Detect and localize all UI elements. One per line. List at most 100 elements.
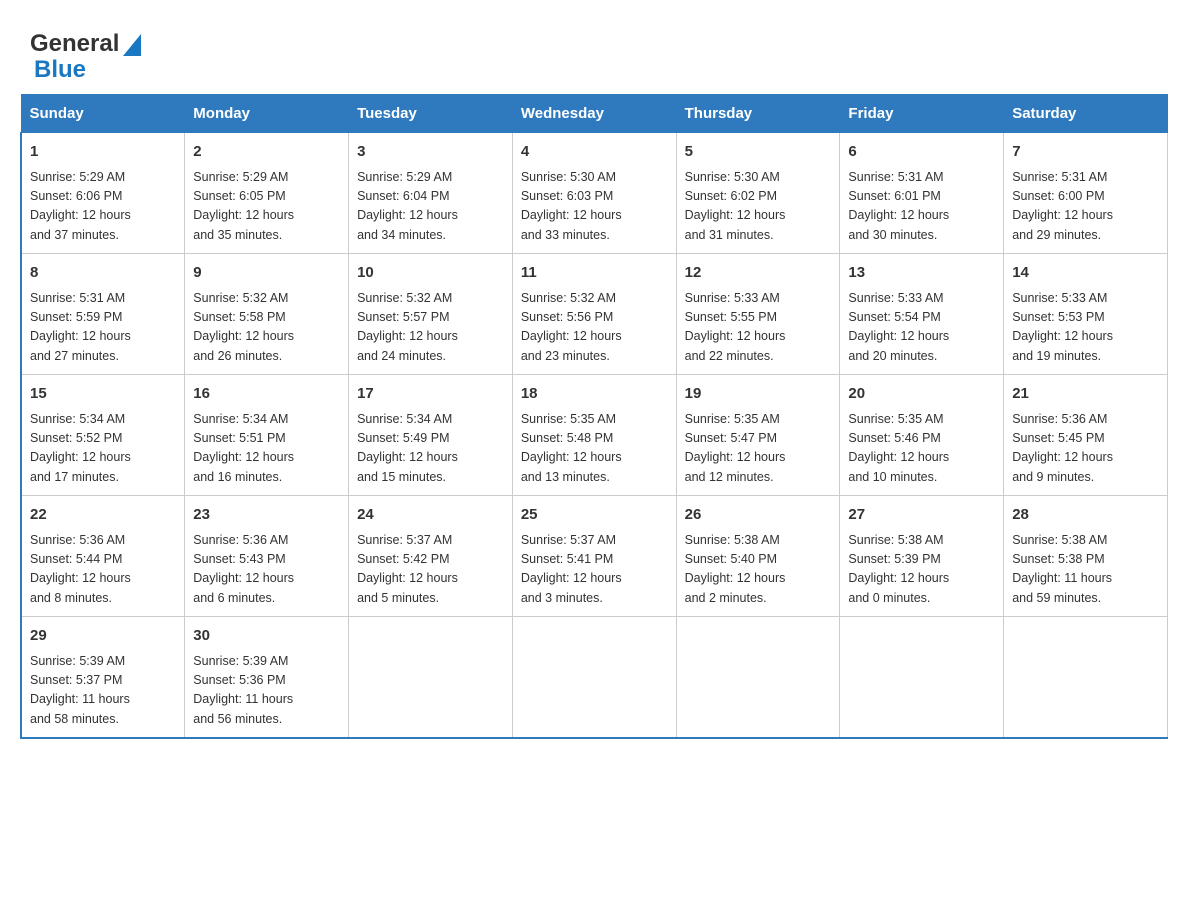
calendar-cell: 27 Sunrise: 5:38 AMSunset: 5:39 PMDayligh… — [840, 496, 1004, 617]
calendar-cell: 5 Sunrise: 5:30 AMSunset: 6:02 PMDaylight… — [676, 133, 840, 254]
day-number: 27 — [848, 504, 995, 527]
calendar-cell: 10Sunrise: 5:32 AMSunset: 5:57 PMDayligh… — [349, 254, 513, 375]
calendar-cell — [1004, 617, 1168, 739]
weekday-header-row: SundayMondayTuesdayWednesdayThursdayFrid… — [21, 95, 1168, 133]
calendar-cell: 17 Sunrise: 5:34 AMSunset: 5:49 PMDayligh… — [349, 375, 513, 496]
calendar-cell: 25 Sunrise: 5:37 AMSunset: 5:41 PMDayligh… — [512, 496, 676, 617]
day-info: Sunrise: 5:37 AMSunset: 5:41 PMDaylight:… — [521, 531, 668, 609]
day-info: Sunrise: 5:39 AMSunset: 5:37 PMDaylight:… — [30, 652, 176, 730]
day-info: Sunrise: 5:36 AMSunset: 5:43 PMDaylight:… — [193, 531, 340, 609]
calendar-week-row: 15 Sunrise: 5:34 AMSunset: 5:52 PMDayligh… — [21, 375, 1168, 496]
day-number: 3 — [357, 141, 504, 164]
calendar-cell: 16 Sunrise: 5:34 AMSunset: 5:51 PMDayligh… — [185, 375, 349, 496]
calendar-cell: 15 Sunrise: 5:34 AMSunset: 5:52 PMDayligh… — [21, 375, 185, 496]
day-info: Sunrise: 5:29 AMSunset: 6:04 PMDaylight:… — [357, 168, 504, 246]
day-number: 2 — [193, 141, 340, 164]
day-info: Sunrise: 5:32 AMSunset: 5:58 PMDaylight:… — [193, 289, 340, 367]
day-info: Sunrise: 5:35 AMSunset: 5:47 PMDaylight:… — [685, 410, 832, 488]
day-number: 25 — [521, 504, 668, 527]
day-number: 24 — [357, 504, 504, 527]
day-number: 5 — [685, 141, 832, 164]
calendar-cell: 24 Sunrise: 5:37 AMSunset: 5:42 PMDayligh… — [349, 496, 513, 617]
day-info: Sunrise: 5:30 AMSunset: 6:02 PMDaylight:… — [685, 168, 832, 246]
day-info: Sunrise: 5:31 AMSunset: 5:59 PMDaylight:… — [30, 289, 176, 367]
day-number: 21 — [1012, 383, 1159, 406]
day-info: Sunrise: 5:31 AMSunset: 6:00 PMDaylight:… — [1012, 168, 1159, 246]
weekday-header-monday: Monday — [185, 95, 349, 133]
day-info: Sunrise: 5:34 AMSunset: 5:52 PMDaylight:… — [30, 410, 176, 488]
calendar-cell: 26 Sunrise: 5:38 AMSunset: 5:40 PMDayligh… — [676, 496, 840, 617]
day-number: 11 — [521, 262, 668, 285]
day-number: 16 — [193, 383, 340, 406]
calendar-cell: 1Sunrise: 5:29 AMSunset: 6:06 PMDaylight… — [21, 133, 185, 254]
weekday-header-tuesday: Tuesday — [349, 95, 513, 133]
day-number: 12 — [685, 262, 832, 285]
day-info: Sunrise: 5:35 AMSunset: 5:46 PMDaylight:… — [848, 410, 995, 488]
day-info: Sunrise: 5:33 AMSunset: 5:53 PMDaylight:… — [1012, 289, 1159, 367]
day-number: 18 — [521, 383, 668, 406]
day-info: Sunrise: 5:32 AMSunset: 5:56 PMDaylight:… — [521, 289, 668, 367]
day-number: 1 — [30, 141, 176, 164]
weekday-header-friday: Friday — [840, 95, 1004, 133]
calendar-cell: 9Sunrise: 5:32 AMSunset: 5:58 PMDaylight… — [185, 254, 349, 375]
calendar-cell: 29 Sunrise: 5:39 AMSunset: 5:37 PMDayligh… — [21, 617, 185, 739]
weekday-header-wednesday: Wednesday — [512, 95, 676, 133]
day-number: 19 — [685, 383, 832, 406]
day-number: 6 — [848, 141, 995, 164]
calendar-cell — [349, 617, 513, 739]
calendar-cell: 19 Sunrise: 5:35 AMSunset: 5:47 PMDayligh… — [676, 375, 840, 496]
day-info: Sunrise: 5:39 AMSunset: 5:36 PMDaylight:… — [193, 652, 340, 730]
day-number: 28 — [1012, 504, 1159, 527]
day-info: Sunrise: 5:38 AMSunset: 5:40 PMDaylight:… — [685, 531, 832, 609]
day-info: Sunrise: 5:36 AMSunset: 5:45 PMDaylight:… — [1012, 410, 1159, 488]
calendar-cell: 30 Sunrise: 5:39 AMSunset: 5:36 PMDayligh… — [185, 617, 349, 739]
logo-general-text: General — [30, 30, 119, 58]
day-number: 17 — [357, 383, 504, 406]
calendar-cell: 3 Sunrise: 5:29 AMSunset: 6:04 PMDaylight… — [349, 133, 513, 254]
calendar-cell: 12Sunrise: 5:33 AMSunset: 5:55 PMDayligh… — [676, 254, 840, 375]
day-number: 26 — [685, 504, 832, 527]
calendar-cell: 14 Sunrise: 5:33 AMSunset: 5:53 PMDayligh… — [1004, 254, 1168, 375]
day-number: 20 — [848, 383, 995, 406]
day-info: Sunrise: 5:29 AMSunset: 6:05 PMDaylight:… — [193, 168, 340, 246]
day-number: 8 — [30, 262, 176, 285]
day-number: 30 — [193, 625, 340, 648]
calendar-cell: 7 Sunrise: 5:31 AMSunset: 6:00 PMDaylight… — [1004, 133, 1168, 254]
day-info: Sunrise: 5:30 AMSunset: 6:03 PMDaylight:… — [521, 168, 668, 246]
day-info: Sunrise: 5:37 AMSunset: 5:42 PMDaylight:… — [357, 531, 504, 609]
day-info: Sunrise: 5:38 AMSunset: 5:39 PMDaylight:… — [848, 531, 995, 609]
day-number: 13 — [848, 262, 995, 285]
weekday-header-saturday: Saturday — [1004, 95, 1168, 133]
day-number: 4 — [521, 141, 668, 164]
calendar-cell: 28 Sunrise: 5:38 AMSunset: 5:38 PMDayligh… — [1004, 496, 1168, 617]
calendar-cell — [676, 617, 840, 739]
day-number: 14 — [1012, 262, 1159, 285]
day-number: 10 — [357, 262, 504, 285]
day-info: Sunrise: 5:35 AMSunset: 5:48 PMDaylight:… — [521, 410, 668, 488]
day-number: 29 — [30, 625, 176, 648]
calendar-cell — [840, 617, 1004, 739]
calendar-week-row: 22 Sunrise: 5:36 AMSunset: 5:44 PMDayligh… — [21, 496, 1168, 617]
logo-blue-text: Blue — [34, 56, 86, 84]
day-number: 23 — [193, 504, 340, 527]
calendar-week-row: 1Sunrise: 5:29 AMSunset: 6:06 PMDaylight… — [21, 133, 1168, 254]
calendar-cell: 13Sunrise: 5:33 AMSunset: 5:54 PMDayligh… — [840, 254, 1004, 375]
calendar-cell: 2 Sunrise: 5:29 AMSunset: 6:05 PMDaylight… — [185, 133, 349, 254]
day-number: 22 — [30, 504, 176, 527]
day-number: 15 — [30, 383, 176, 406]
calendar-cell: 8 Sunrise: 5:31 AMSunset: 5:59 PMDaylight… — [21, 254, 185, 375]
calendar-cell: 23 Sunrise: 5:36 AMSunset: 5:43 PMDayligh… — [185, 496, 349, 617]
calendar-cell: 20 Sunrise: 5:35 AMSunset: 5:46 PMDayligh… — [840, 375, 1004, 496]
page-header: General Blue — [20, 20, 1168, 84]
day-number: 7 — [1012, 141, 1159, 164]
day-info: Sunrise: 5:38 AMSunset: 5:38 PMDaylight:… — [1012, 531, 1159, 609]
calendar-cell — [512, 617, 676, 739]
logo: General Blue — [30, 30, 141, 84]
day-info: Sunrise: 5:31 AMSunset: 6:01 PMDaylight:… — [848, 168, 995, 246]
day-info: Sunrise: 5:34 AMSunset: 5:51 PMDaylight:… — [193, 410, 340, 488]
day-info: Sunrise: 5:36 AMSunset: 5:44 PMDaylight:… — [30, 531, 176, 609]
logo-triangle-icon — [123, 34, 141, 56]
weekday-header-thursday: Thursday — [676, 95, 840, 133]
day-info: Sunrise: 5:34 AMSunset: 5:49 PMDaylight:… — [357, 410, 504, 488]
calendar-cell: 21 Sunrise: 5:36 AMSunset: 5:45 PMDayligh… — [1004, 375, 1168, 496]
